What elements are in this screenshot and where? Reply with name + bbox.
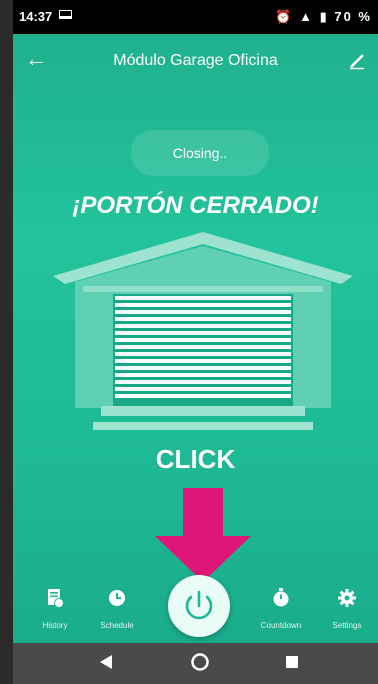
- tab-schedule-label: Schedule: [100, 621, 134, 630]
- laptop-icon: [59, 10, 72, 19]
- stopwatch-icon: [273, 588, 289, 607]
- history-icon: [48, 589, 64, 608]
- down-arrow-icon: [155, 488, 251, 582]
- power-button[interactable]: [168, 575, 230, 637]
- battery-percent: 70 %: [334, 9, 372, 24]
- status-icons: ⏰ ▲ ▮ 70 %: [275, 9, 372, 25]
- status-time: 14:37: [19, 9, 53, 24]
- alarm-icon: ⏰: [275, 9, 294, 24]
- system-nav-bar: [13, 643, 378, 684]
- page-title: Módulo Garage Oficina: [113, 52, 278, 69]
- app-screen: 14:37 ⏰ ▲ ▮ 70 % ← Módulo Garage Oficina…: [13, 0, 378, 684]
- tab-settings-label: Settings: [332, 621, 362, 630]
- nav-recents-icon[interactable]: [285, 655, 299, 669]
- nav-back-icon[interactable]: [99, 654, 113, 670]
- tab-countdown-label: Countdown: [260, 621, 302, 630]
- edit-pencil-icon[interactable]: [348, 52, 366, 70]
- tab-countdown[interactable]: Countdown: [245, 587, 317, 630]
- tab-settings[interactable]: Settings: [311, 587, 378, 630]
- gear-icon: [338, 589, 356, 607]
- power-icon: [185, 590, 213, 620]
- status-pill: Closing..: [131, 130, 269, 176]
- status-bar: 14:37 ⏰ ▲ ▮ 70 %: [13, 0, 378, 34]
- closed-headline: ¡PORTÓN CERRADO!: [72, 192, 319, 219]
- clock-icon: [109, 590, 125, 606]
- nav-home-icon[interactable]: [190, 652, 210, 672]
- signal-icon: ▲: [299, 9, 314, 24]
- bottom-toolbar: History Schedule Countdown Settings: [13, 575, 378, 643]
- garage-door: [113, 294, 293, 406]
- click-label: CLICK: [155, 444, 236, 474]
- garage-illustration: [53, 232, 353, 430]
- battery-icon: ▮: [319, 9, 329, 24]
- tab-schedule[interactable]: Schedule: [81, 587, 153, 630]
- app-bar: ← Módulo Garage Oficina: [13, 40, 378, 84]
